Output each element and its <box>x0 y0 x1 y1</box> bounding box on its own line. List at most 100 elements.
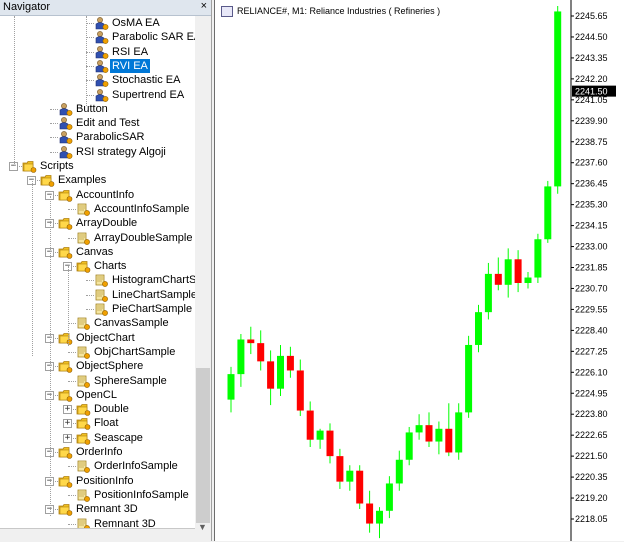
tree-item-label: Float <box>94 417 119 430</box>
vertical-scrollbar[interactable]: ▼ <box>195 16 211 541</box>
price-label: 2245.65 <box>575 11 608 21</box>
folder-icon <box>58 246 73 259</box>
tree-connector <box>68 237 76 239</box>
price-label: 2233.00 <box>575 242 608 252</box>
price-label: 2222.65 <box>575 430 608 440</box>
chart-title: RELIANCE#, M1: Reliance Industries ( Ref… <box>237 6 441 16</box>
folder-icon <box>58 189 73 202</box>
folder-icon <box>58 332 73 345</box>
tree-connector <box>68 208 76 210</box>
price-label: 2224.95 <box>575 388 608 398</box>
tree-connector <box>86 280 94 282</box>
tree-connector <box>86 80 94 82</box>
bull-candle <box>376 510 383 524</box>
tree-item-label: RSI strategy Algoji <box>76 145 166 158</box>
tree-item-label: Supertrend EA <box>112 88 185 101</box>
tree-item-label: OrderInfo <box>76 446 123 458</box>
tree-connector <box>86 23 94 24</box>
close-icon[interactable]: × <box>201 0 207 12</box>
bull-candle <box>484 273 492 313</box>
bear-candle <box>296 370 304 411</box>
bull-candle <box>534 239 542 278</box>
script-icon <box>76 460 91 474</box>
tree-item-label: Remnant 3D <box>76 503 138 516</box>
tree-item-label: ParabolicSAR <box>76 131 145 144</box>
bull-candle <box>455 412 463 453</box>
ea-icon <box>58 102 73 116</box>
tree-connector <box>68 494 76 496</box>
folder-icon <box>58 360 73 373</box>
bear-candle <box>514 259 522 283</box>
price-chart[interactable]: 2245.65 2244.50 2243.35 2242.20 2241.05 2239.… <box>214 0 624 541</box>
chart-window-icon <box>221 6 233 17</box>
tree-item-label: Parabolic SAR EA <box>112 31 195 44</box>
price-label: 2223.80 <box>575 409 608 419</box>
ea-icon <box>58 117 73 130</box>
tree-guide-line <box>50 196 51 516</box>
price-label: 2226.10 <box>575 367 608 377</box>
folder-icon <box>58 475 73 488</box>
tree-item-label: ObjChartSample <box>94 345 176 358</box>
price-label: 2244.50 <box>575 32 608 42</box>
expand-icon[interactable]: + <box>63 419 72 429</box>
tree-item-label: ArrayDouble <box>76 217 138 230</box>
ea-icon <box>94 45 109 59</box>
bull-candle <box>475 312 482 345</box>
folder-icon <box>40 174 55 188</box>
tree-connector <box>86 294 94 296</box>
price-label: 2227.25 <box>575 346 608 356</box>
price-label: 2242.20 <box>575 74 608 84</box>
ea-icon <box>94 59 109 73</box>
bear-candle <box>425 425 433 442</box>
ea-icon <box>58 145 73 159</box>
tree-item-label: RSI EA <box>112 45 149 58</box>
bull-candle <box>395 459 403 484</box>
bear-candle <box>267 361 275 389</box>
navigator-tree: OsMA EA Parabolic SAR EA RSI EA RVI EA Stoch… <box>0 16 195 541</box>
tree-item-label: ObjectChart <box>76 331 135 344</box>
bear-candle <box>445 428 453 453</box>
tree-connector <box>50 151 58 153</box>
tree-item-label: AccountInfoSample <box>94 202 190 215</box>
bear-candle <box>326 430 334 457</box>
folder-icon <box>58 503 73 516</box>
tree-connector <box>86 94 94 96</box>
scrollbar-thumb[interactable] <box>196 368 210 523</box>
script-icon <box>94 289 109 302</box>
navigator-tabs-bar <box>0 528 195 542</box>
tree-connector <box>68 351 76 353</box>
bull-candle <box>316 430 324 440</box>
bear-candle <box>494 273 502 285</box>
folder-icon <box>58 446 73 459</box>
expand-icon[interactable]: + <box>63 405 72 415</box>
tree-item-label: RVI EA <box>110 58 150 73</box>
script-icon <box>94 274 109 288</box>
ea-icon <box>58 131 73 145</box>
price-label: 2234.15 <box>575 221 608 231</box>
tree-item-label: HistogramChartSam <box>112 274 195 287</box>
bull-candle <box>385 483 393 511</box>
tree-item-label: OrderInfoSample <box>94 460 178 473</box>
bull-candle <box>524 277 532 283</box>
folder-icon <box>58 217 73 230</box>
price-label: 2239.90 <box>575 116 608 126</box>
bear-candle <box>286 355 294 371</box>
tree-item-label: Examples <box>58 174 107 187</box>
tree-connector <box>68 523 76 525</box>
tree-item-label: SphereSample <box>94 374 167 387</box>
scroll-down-arrow-icon[interactable]: ▼ <box>198 522 207 532</box>
expand-icon[interactable]: + <box>63 433 72 443</box>
bull-candle <box>435 428 443 442</box>
folder-icon <box>22 160 37 173</box>
tree-connector <box>50 137 58 139</box>
script-icon <box>76 317 91 331</box>
bull-candle <box>415 425 423 433</box>
bull-candle <box>544 186 552 240</box>
price-label: 2228.40 <box>575 325 608 335</box>
tree-connector <box>86 37 94 39</box>
folder-icon <box>76 260 91 273</box>
tree-guide-line <box>86 16 87 106</box>
tree-item-label: Scripts <box>40 160 74 172</box>
script-icon <box>76 489 91 502</box>
chart-canvas[interactable]: 2245.652244.502243.352242.202241.052239.… <box>215 0 624 541</box>
